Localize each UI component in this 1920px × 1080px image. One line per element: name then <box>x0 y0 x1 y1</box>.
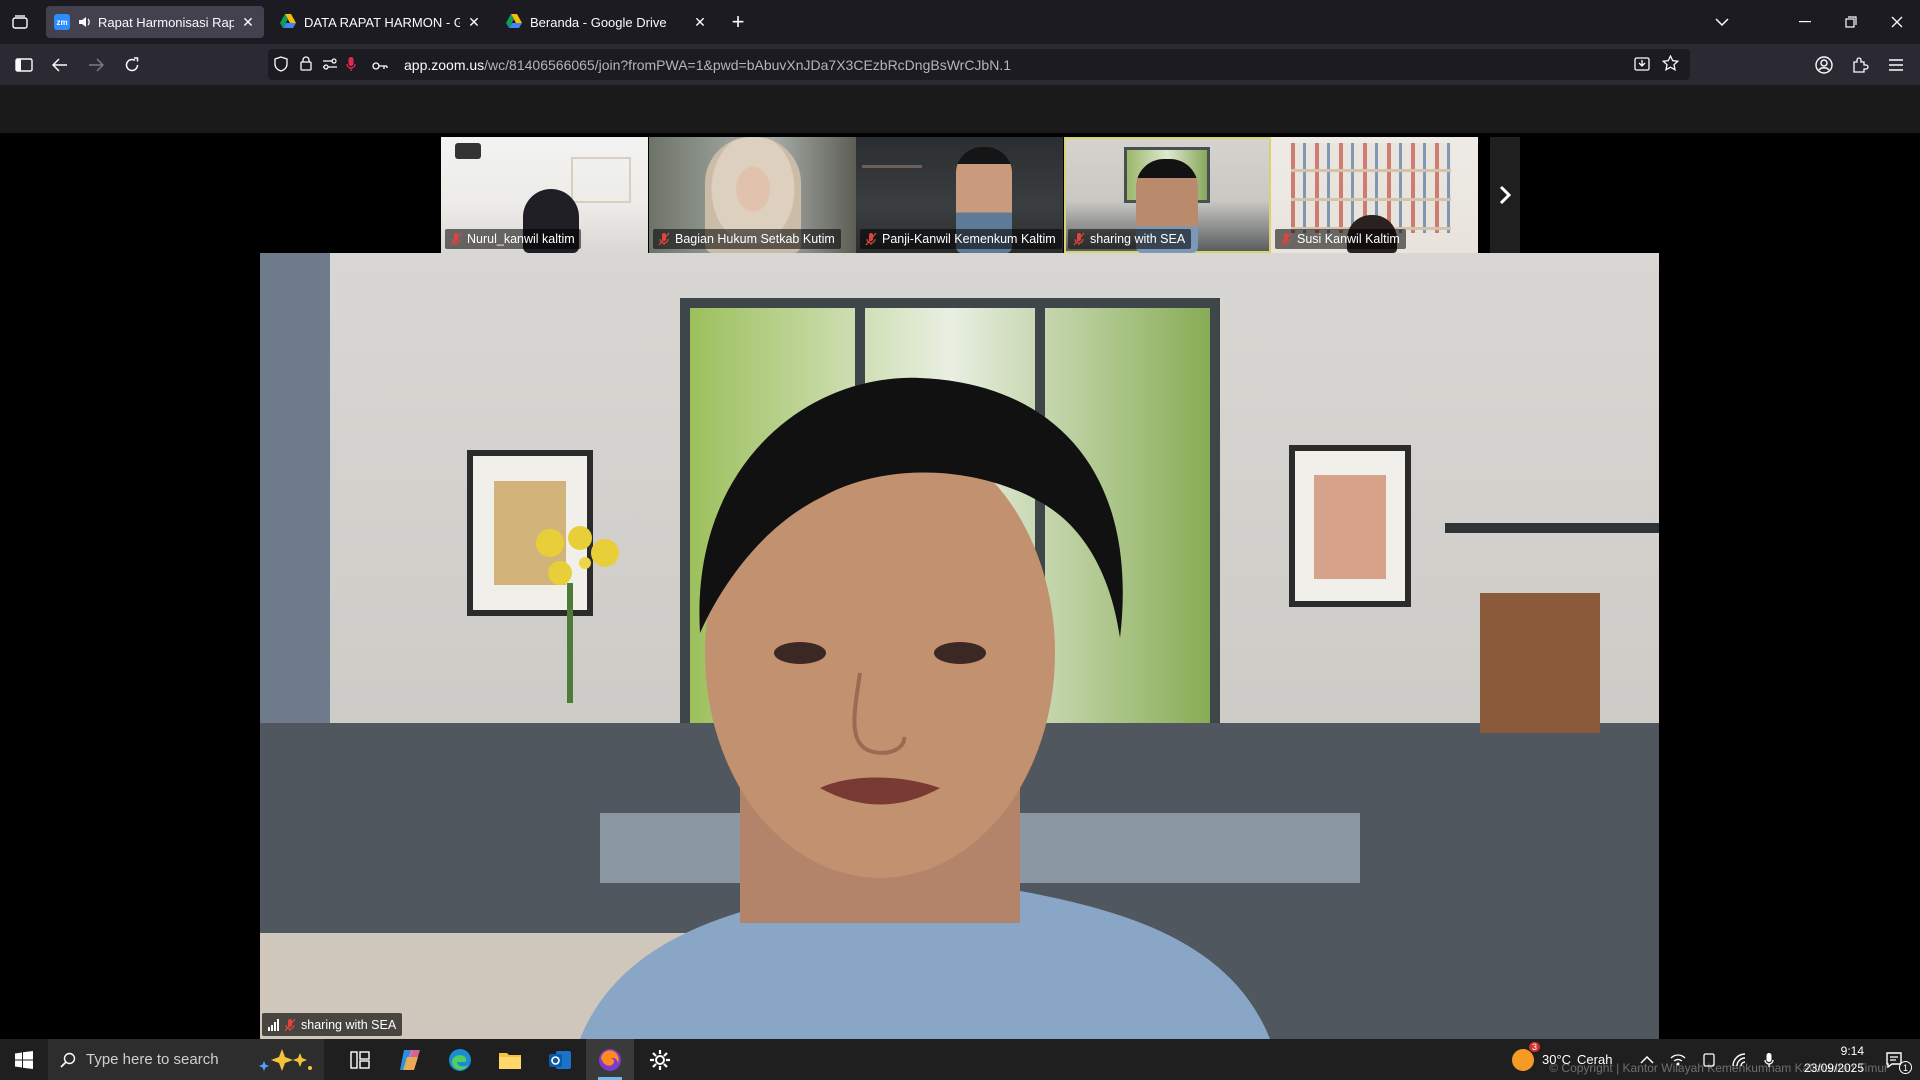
edge-icon <box>449 1048 471 1071</box>
participant-name: sharing with SEA <box>1090 232 1186 246</box>
tracking-protection-shield-icon[interactable] <box>274 56 288 77</box>
reload-icon[interactable] <box>120 53 144 77</box>
taskbar-copilot-app[interactable] <box>386 1039 434 1080</box>
app-menu-icon[interactable] <box>1884 53 1908 77</box>
key-icon[interactable] <box>372 58 388 76</box>
mic-muted-icon <box>284 1018 296 1031</box>
tab-data-rapat[interactable]: DATA RAPAT HARMON - Googl ✕ <box>272 6 490 38</box>
close-window-icon[interactable] <box>1882 10 1912 34</box>
firefox-view-icon[interactable] <box>8 12 32 32</box>
search-icon <box>60 1052 76 1068</box>
taskbar-search-box[interactable]: Type here to search <box>48 1039 324 1080</box>
taskbar-settings-app[interactable] <box>636 1039 684 1080</box>
extensions-puzzle-icon[interactable] <box>1848 53 1872 77</box>
speaker-icon[interactable] <box>78 16 92 28</box>
url-host: app.zoom.us <box>404 57 485 73</box>
participant-name: Susi Kanwil Kaltim <box>1297 232 1400 246</box>
main-speaker-name: sharing with SEA <box>301 1017 397 1032</box>
google-drive-icon <box>506 14 522 30</box>
tab-title: Rapat Harmonisasi Raperbu <box>98 14 234 30</box>
notification-count-badge: 1 <box>1899 1061 1912 1074</box>
zoom-favicon: zm <box>54 14 70 30</box>
taskbar-outlook-app[interactable] <box>536 1039 584 1080</box>
participant-tile[interactable]: Bagian Hukum Setkab Kutim <box>649 137 856 253</box>
mic-muted-icon <box>1073 232 1085 246</box>
list-all-tabs-icon[interactable] <box>1710 12 1734 32</box>
close-tab-icon[interactable]: ✕ <box>240 14 256 31</box>
taskbar-edge-app[interactable] <box>436 1039 484 1080</box>
notification-center-button[interactable]: 1 <box>1870 1039 1918 1080</box>
speaker-video-scene <box>260 253 1659 1039</box>
participant-name-label: Susi Kanwil Kaltim <box>1275 229 1406 249</box>
participant-name: Nurul_kanwil kaltim <box>467 232 575 246</box>
back-arrow-icon[interactable] <box>48 53 72 77</box>
participant-name-label: Nurul_kanwil kaltim <box>445 229 581 249</box>
participant-name-label: Bagian Hukum Setkab Kutim <box>653 229 841 249</box>
zoom-header-bar <box>0 85 1920 133</box>
participant-tile[interactable]: Susi Kanwil Kaltim <box>1271 137 1478 253</box>
search-placeholder: Type here to search <box>86 1051 219 1068</box>
camera-decor <box>455 143 481 159</box>
account-icon[interactable] <box>1812 53 1836 77</box>
permissions-icon[interactable] <box>322 57 338 75</box>
folder-icon <box>499 1052 521 1069</box>
taskbar-file-explorer-app[interactable] <box>486 1039 534 1080</box>
windows-logo-icon <box>15 1050 33 1069</box>
url-bar[interactable]: app.zoom.us/wc/81406566065/join?fromPWA=… <box>268 49 1690 80</box>
main-speaker-video <box>260 253 1659 1039</box>
participant-name: Bagian Hukum Setkab Kutim <box>675 232 835 246</box>
bookmark-star-icon[interactable] <box>1661 54 1680 77</box>
taskbar-clock[interactable]: 9:14 23/09/2025 <box>1804 1043 1864 1077</box>
firefox-icon <box>599 1048 621 1071</box>
participant-tile-active-speaker[interactable]: sharing with SEA <box>1064 137 1271 253</box>
close-tab-icon[interactable]: ✕ <box>466 14 482 31</box>
shelf-decor <box>571 157 631 203</box>
task-view-icon <box>350 1050 370 1069</box>
minimize-window-icon[interactable] <box>1790 10 1820 34</box>
microphone-in-use-icon[interactable] <box>346 56 356 77</box>
browser-tab-strip: zm Rapat Harmonisasi Raperbu ✕ DATA RAPA… <box>0 0 1920 44</box>
tab-title: Beranda - Google Drive <box>530 14 667 30</box>
participant-name-label: Panji-Kanwil Kemenkum Kaltim <box>860 229 1062 249</box>
participant-tile[interactable]: Nurul_kanwil kaltim <box>441 137 648 253</box>
clock-date: 23/09/2025 <box>1803 1061 1864 1075</box>
copilot-sparkle-icon[interactable] <box>256 1047 316 1078</box>
windows-taskbar: Type here to search 3 30°C Cerah © Copyr… <box>0 1039 1920 1080</box>
taskbar-firefox-app[interactable] <box>586 1039 634 1080</box>
forward-arrow-icon[interactable] <box>84 53 108 77</box>
participant-name: Panji-Kanwil Kemenkum Kaltim <box>882 232 1056 246</box>
gear-icon <box>650 1049 670 1070</box>
weather-badge: 3 <box>1528 1041 1540 1052</box>
mic-muted-icon <box>450 232 462 246</box>
participant-tile[interactable]: Panji-Kanwil Kemenkum Kaltim <box>856 137 1063 253</box>
windows-start-button[interactable] <box>0 1039 48 1080</box>
tab-google-drive[interactable]: Beranda - Google Drive ✕ <box>498 6 716 38</box>
url-path: /wc/81406566065/join?fromPWA=1&pwd=bAbuv… <box>484 57 1012 73</box>
new-tab-button[interactable]: + <box>726 9 750 34</box>
url-text[interactable]: app.zoom.us/wc/81406566065/join?fromPWA=… <box>404 57 1011 73</box>
mic-muted-icon <box>658 232 670 246</box>
task-view-button[interactable] <box>336 1039 384 1080</box>
clock-time: 9:14 <box>1840 1044 1864 1058</box>
close-tab-icon[interactable]: ✕ <box>692 14 708 31</box>
tab-title: DATA RAPAT HARMON - Googl <box>304 14 460 30</box>
google-drive-icon <box>280 14 296 30</box>
mic-muted-icon <box>1280 232 1292 246</box>
lock-icon[interactable] <box>300 56 312 76</box>
signal-strength-icon <box>268 1018 279 1031</box>
outlook-icon <box>549 1050 571 1069</box>
weather-sun-icon: 3 <box>1512 1041 1540 1071</box>
restore-window-icon[interactable] <box>1836 10 1866 34</box>
tab-zoom-meeting[interactable]: zm Rapat Harmonisasi Raperbu ✕ <box>46 6 264 38</box>
install-app-icon[interactable] <box>1634 56 1650 77</box>
main-speaker-label: sharing with SEA <box>262 1013 403 1036</box>
sidebar-toggle-icon[interactable] <box>12 53 36 77</box>
copilot-icon <box>400 1049 420 1070</box>
participant-name-label: sharing with SEA <box>1068 229 1192 249</box>
next-page-button[interactable] <box>1490 137 1520 253</box>
browser-nav-bar: app.zoom.us/wc/81406566065/join?fromPWA=… <box>0 44 1920 85</box>
mic-muted-icon <box>865 232 877 246</box>
shelf-decor <box>862 165 922 168</box>
chevron-right-icon <box>1499 185 1511 205</box>
